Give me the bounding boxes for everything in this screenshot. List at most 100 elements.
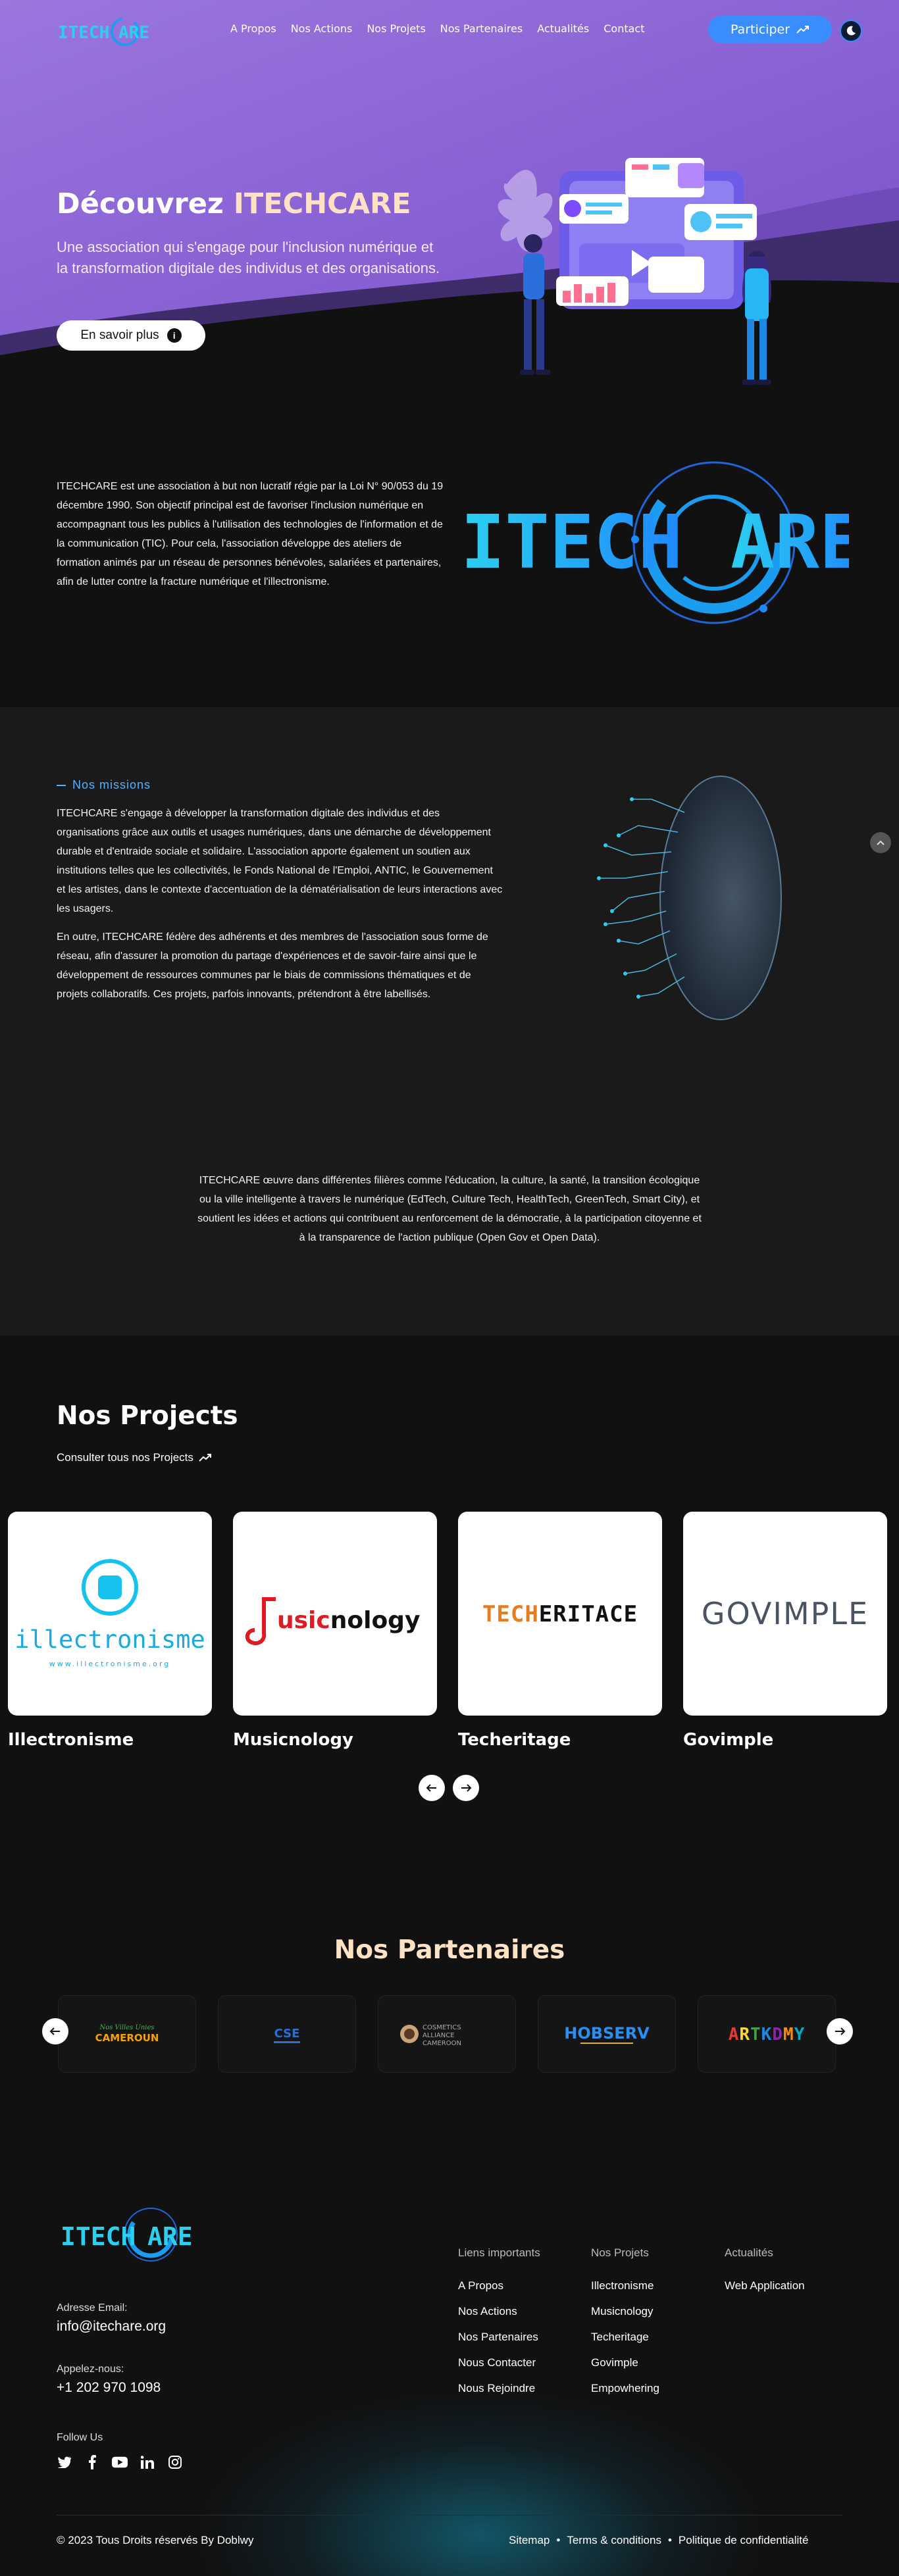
menu-item-nos-partenaires[interactable]: Nos Partenaires (440, 22, 523, 35)
footer-link[interactable]: A Propos (458, 2279, 540, 2292)
partner-card[interactable]: COSMETICS ALLIANCE CAMEROON (378, 1995, 516, 2073)
footer-link[interactable]: Nous Rejoindre (458, 2382, 540, 2395)
en-savoir-plus-button[interactable]: En savoir plus i (57, 320, 205, 351)
itechcare-logo[interactable]: ITECH ARE (57, 11, 155, 50)
footer-column-projets: Nos Projets Illectronisme Musicnology Te… (591, 2246, 659, 2408)
missions-tag-label: Nos missions (72, 778, 151, 791)
footer-link[interactable]: Musicnology (591, 2305, 659, 2318)
missions-section: Nos missions ITECHCARE s'engage à dévelo… (0, 707, 899, 1335)
footer-link[interactable]: Nos Actions (458, 2305, 540, 2318)
partner-card[interactable]: CSE (218, 1995, 356, 2073)
menu-item-actualites[interactable]: Actualités (537, 22, 589, 35)
missions-center-text: ITECHCARE œuvre dans différentes filière… (197, 1175, 702, 1243)
projects-next-button[interactable] (453, 1775, 479, 1801)
chevron-up-icon (877, 840, 885, 845)
partner-logo: Nos Villes Unies CAMEROUN (95, 2024, 159, 2044)
illectronisme-logo-url: www.illectronisme.org (49, 1660, 171, 1668)
svg-text:CAMEROUN: CAMEROUN (95, 2032, 159, 2044)
social-links (57, 2454, 183, 2470)
svg-text:COSMETICS: COSMETICS (423, 2024, 461, 2031)
footer-column-liens: Liens importants A Propos Nos Actions No… (458, 2246, 540, 2408)
svg-text:ALLIANCE: ALLIANCE (423, 2032, 455, 2039)
logo-text: ITECH (58, 23, 109, 43)
arrow-left-icon (49, 2027, 60, 2035)
main-menu: A Propos Nos Actions Nos Projets Nos Par… (230, 22, 644, 35)
svg-text:ARE: ARE (147, 2222, 193, 2251)
menu-item-nos-projets[interactable]: Nos Projets (367, 22, 425, 35)
partners-title: Nos Partenaires (334, 1935, 565, 1965)
en-savoir-plus-label: En savoir plus (80, 328, 159, 342)
instagram-icon[interactable] (167, 2454, 183, 2470)
svg-text:Nos Villes Unies: Nos Villes Unies (99, 2024, 154, 2031)
menu-item-nos-actions[interactable]: Nos Actions (291, 22, 353, 35)
site-footer: ITECH ARE Adresse Email: info@itechare.o… (0, 2115, 899, 2576)
partner-card[interactable]: ARTKDMY (698, 1995, 836, 2073)
svg-text:HOBSERV: HOBSERV (564, 2024, 650, 2043)
moon-icon (846, 26, 856, 36)
footer-link[interactable]: Techeritage (591, 2331, 659, 2344)
info-icon: i (167, 328, 182, 343)
project-card-musicnology[interactable]: usicnology Musicnology (233, 1512, 437, 1750)
project-thumb-musicnology: usicnology (233, 1512, 437, 1716)
facebook-icon[interactable] (84, 2454, 100, 2470)
footer-link[interactable]: Web Application (725, 2279, 805, 2292)
project-thumb-techeritage: TECHERITACE (458, 1512, 662, 1716)
linkedin-icon[interactable] (140, 2454, 155, 2470)
hero-title-brand: ITECHCARE (233, 187, 411, 220)
scroll-to-top-button[interactable] (870, 832, 891, 853)
footer-col-title: Liens importants (458, 2246, 540, 2259)
projects-section: Nos Projects Consulter tous nos Projects… (0, 1335, 899, 1914)
projects-prev-button[interactable] (419, 1775, 445, 1801)
terms-link[interactable]: Terms & conditions (567, 2534, 661, 2547)
footer-logo[interactable]: ITECH ARE (57, 2200, 195, 2266)
footer-column-actualites: Actualités Web Application (725, 2246, 805, 2305)
theme-toggle-button[interactable] (840, 20, 862, 42)
projects-carousel: illectronisme www.illectronisme.org Ille… (8, 1512, 887, 1750)
project-name: Techeritage (458, 1730, 571, 1750)
youtube-icon[interactable] (112, 2454, 128, 2470)
project-card-techeritage[interactable]: TECHERITACE Techeritage (458, 1512, 662, 1750)
footer-link[interactable]: Empowhering (591, 2382, 659, 2395)
legal-separator: • (667, 2534, 672, 2546)
project-thumb-govimple: GOVIMPLE (683, 1512, 887, 1716)
arrow-right-icon (461, 1784, 472, 1792)
digital-globe-illustration (597, 776, 782, 1020)
footer-link[interactable]: Nos Partenaires (458, 2331, 540, 2344)
footer-link[interactable]: Govimple (591, 2356, 659, 2369)
twitter-icon[interactable] (57, 2454, 72, 2470)
partner-logo: CSE (274, 2027, 300, 2043)
project-name: Govimple (683, 1730, 774, 1750)
hero-section: ITECH ARE A Propos Nos Actions Nos Proje… (0, 0, 899, 395)
page: ITECH ARE A Propos Nos Actions Nos Proje… (0, 0, 899, 2576)
sitemap-link[interactable]: Sitemap (509, 2534, 550, 2547)
partners-prev-button[interactable] (42, 2018, 68, 2044)
menu-item-contact[interactable]: Contact (604, 22, 644, 35)
project-card-govimple[interactable]: GOVIMPLE Govimple (683, 1512, 887, 1750)
project-card-illectronisme[interactable]: illectronisme www.illectronisme.org Ille… (8, 1512, 212, 1750)
email-value[interactable]: info@itechare.org (57, 2319, 166, 2335)
footer-link[interactable]: Nous Contacter (458, 2356, 540, 2369)
legal-separator: • (556, 2534, 561, 2546)
menu-item-a-propos[interactable]: A Propos (230, 22, 276, 35)
participer-button[interactable]: Participer (708, 16, 832, 43)
partner-logo: HOBSERV (564, 2024, 650, 2044)
all-projects-link[interactable]: Consulter tous nos Projects (57, 1451, 212, 1464)
footer-col-title: Nos Projets (591, 2246, 649, 2259)
hero-illustration (498, 158, 772, 385)
svg-text:CAMEROON: CAMEROON (423, 2040, 461, 2047)
illectronisme-logo: illectronisme www.illectronisme.org (14, 1559, 205, 1668)
partners-next-button[interactable] (827, 2018, 853, 2044)
partner-logo: ARTKDMY (729, 2025, 805, 2044)
privacy-link[interactable]: Politique de confidentialité (679, 2534, 809, 2547)
phone-value[interactable]: +1 202 970 1098 (57, 2380, 161, 2396)
partner-card[interactable]: Nos Villes Unies CAMEROUN (58, 1995, 196, 2073)
hero-subtitle: Une association qui s'engage pour l'incl… (57, 239, 440, 276)
partners-section: Nos Partenaires Nos Villes Unies CAMEROU… (0, 1914, 899, 2115)
hero-title-prefix: Découvrez (57, 187, 234, 220)
illectronisme-logo-text: illectronisme (14, 1625, 205, 1654)
big-logo-text-right: ARE (731, 500, 849, 585)
partner-card[interactable]: HOBSERV (538, 1995, 676, 2073)
tag-dash (57, 784, 66, 786)
footer-link[interactable]: Illectronisme (591, 2279, 659, 2292)
project-name: Musicnology (233, 1730, 353, 1750)
